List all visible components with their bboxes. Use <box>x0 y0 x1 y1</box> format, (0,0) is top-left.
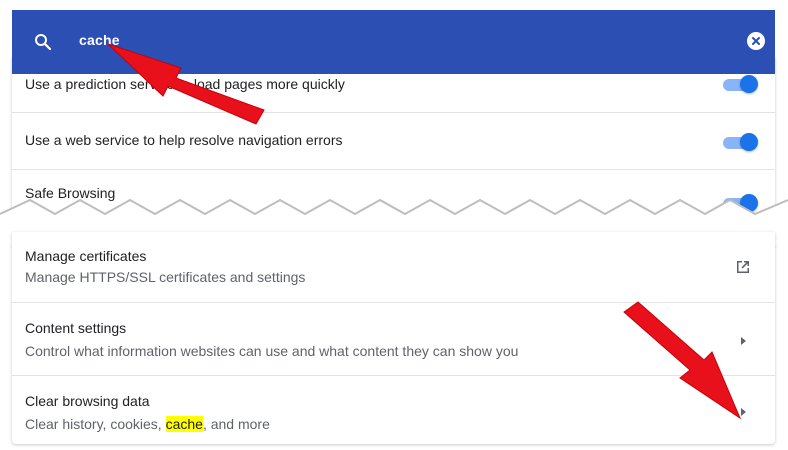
setting-title: Clear browsing data <box>25 393 150 409</box>
settings-search-bar[interactable]: cache <box>12 10 775 74</box>
setting-title: Use a prediction service to load pages m… <box>25 76 345 92</box>
search-input[interactable]: cache <box>79 32 120 48</box>
setting-title: Manage certificates <box>25 248 147 264</box>
settings-card-bottom: Manage certificates Manage HTTPS/SSL cer… <box>12 232 775 444</box>
search-icon <box>35 34 52 51</box>
chevron-right-icon[interactable] <box>741 408 746 416</box>
setting-title: Content settings <box>25 320 127 336</box>
setting-subtitle: Control what information websites can us… <box>25 343 519 359</box>
clear-search-icon[interactable] <box>747 32 765 50</box>
subtitle-text: , and more <box>202 416 270 432</box>
setting-subtitle: Clear history, cookies, cache, and more <box>25 416 270 432</box>
prediction-service-toggle[interactable] <box>723 75 758 93</box>
setting-title: Use a web service to help resolve naviga… <box>25 132 343 148</box>
setting-row-navigation-errors[interactable]: Use a web service to help resolve naviga… <box>12 112 775 169</box>
open-external-icon[interactable] <box>735 259 751 275</box>
setting-row-manage-certificates[interactable]: Manage certificates Manage HTTPS/SSL cer… <box>12 232 775 302</box>
chevron-right-icon[interactable] <box>741 337 746 345</box>
subtitle-text: Clear history, cookies, <box>25 416 166 432</box>
setting-subtitle: Manage HTTPS/SSL certificates and settin… <box>25 269 306 285</box>
setting-row-content-settings[interactable]: Content settings Control what informatio… <box>12 302 775 375</box>
navigation-errors-toggle[interactable] <box>723 133 758 151</box>
search-match-highlight: cache <box>165 416 203 432</box>
setting-row-clear-browsing-data[interactable]: Clear browsing data Clear history, cooki… <box>12 375 775 444</box>
